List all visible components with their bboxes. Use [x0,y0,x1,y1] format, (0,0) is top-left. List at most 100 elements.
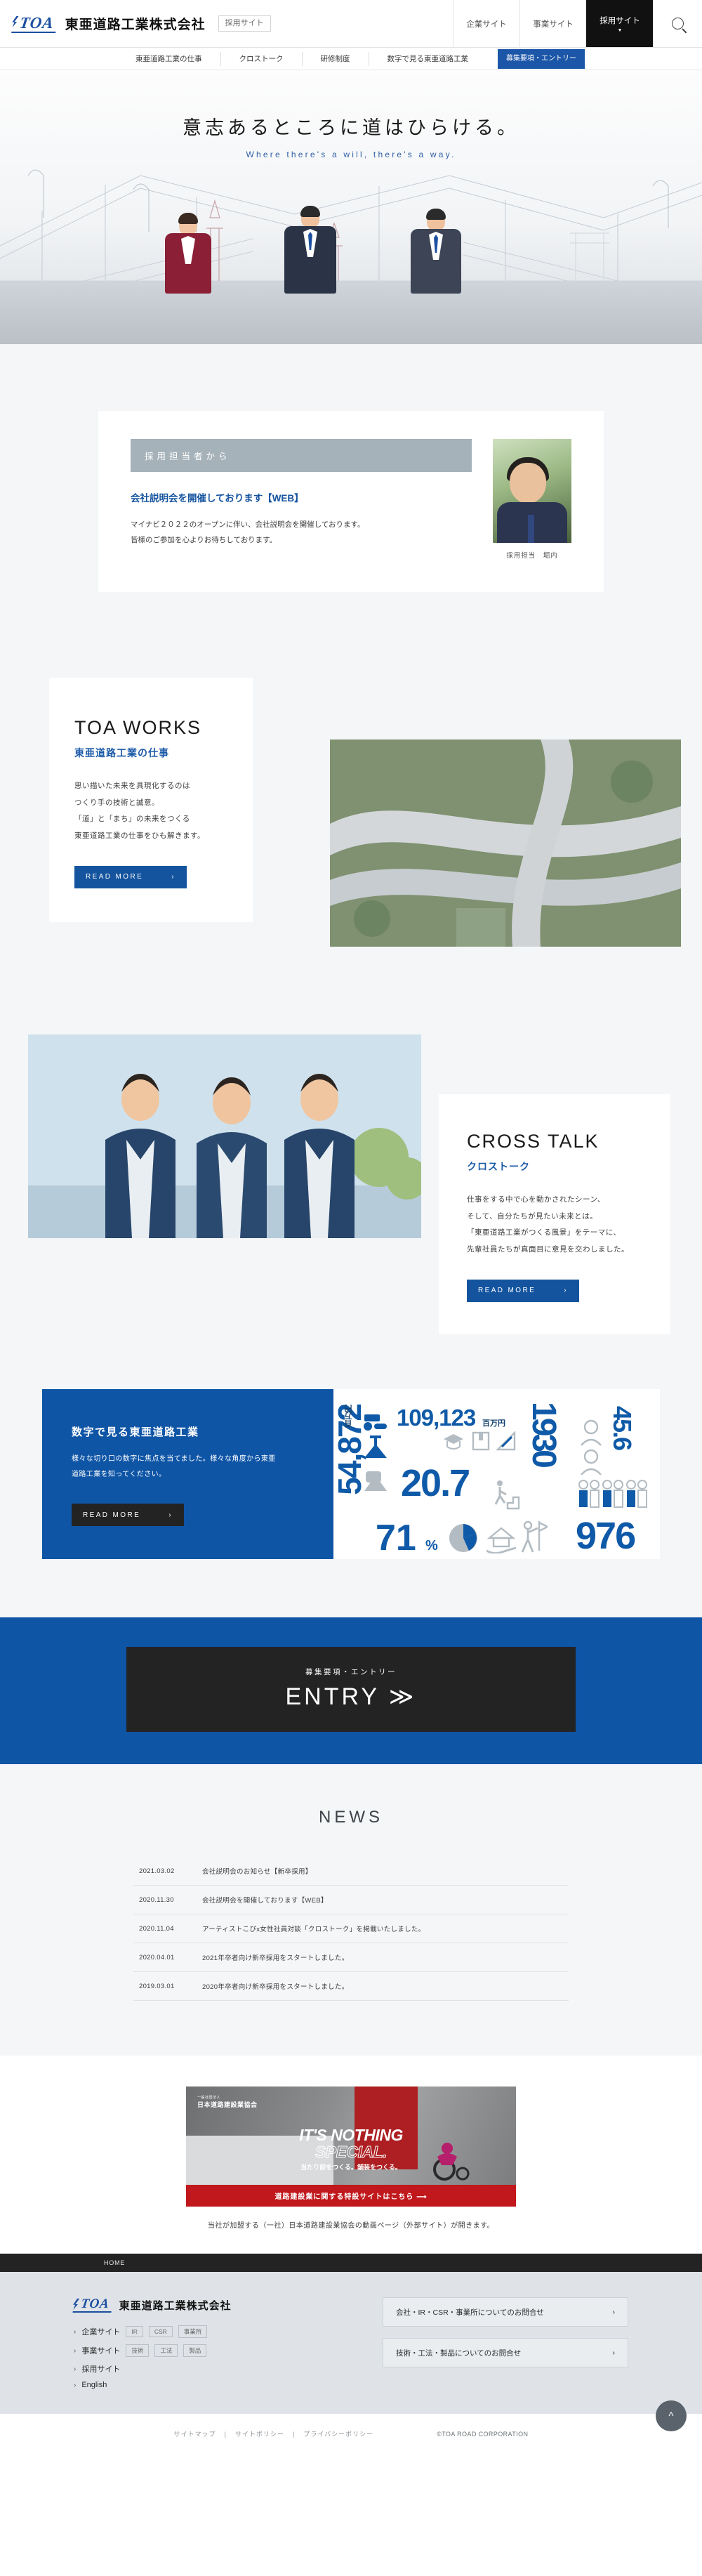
recruiter-band-label: 採用担当者から [131,439,472,472]
subnav-item-training[interactable]: 研修制度 [301,51,369,66]
footer-contact-technical-button[interactable]: 技術・工法・製品についてのお問合せ › [383,2338,628,2367]
association-banner[interactable]: 一般社団法人 日本道路建設業協会 IT'S NOTHING SPECIAL. 当… [186,2087,516,2207]
footer-pill-offices[interactable]: 事業所 [178,2325,208,2338]
chevron-up-icon: ^ [668,2410,674,2422]
association-name: 日本道路建設業協会 [197,2101,258,2108]
toa-works-body-4: 東亜道路工業の仕事をひも解きます。 [74,831,205,840]
house-hand-icon [486,1527,516,1553]
footer-link-corporate[interactable]: › 企業サイト IR CSR 事業所 [74,2325,340,2338]
footer-pill-method[interactable]: 工法 [154,2344,178,2357]
chevron-right-icon: › [74,2381,77,2389]
subnav-item-numbers[interactable]: 数字で見る東亜道路工業 [368,51,487,66]
footer-pill-ir[interactable]: IR [126,2326,143,2337]
nav-recruit-site[interactable]: 採用サイト ▼ [586,0,653,47]
news-text: 2020年卒者向け新卒採用をスタートしました。 [202,1983,349,1991]
news-date: 2021.03.02 [139,1867,175,1875]
hero-section: 意志あるところに道はひらける。 Where there's a will, th… [0,70,702,344]
footer-privacy-link[interactable]: プライバシーポリシー [303,2429,373,2438]
footer-link-recruit[interactable]: › 採用サイト [74,2363,340,2374]
nav-corporate-site[interactable]: 企業サイト [453,0,519,47]
stairs-walk-icon [494,1480,520,1510]
numbers-read-more-button[interactable]: READ MORE › [72,1504,184,1526]
numbers-infographic: 54,872 百万円 109,123 百万円 1930 45.6 20.7 71… [333,1389,660,1559]
numbers-title: 数字で見る東亜道路工業 [72,1426,199,1438]
hero-ground [0,281,702,344]
footer-contact-technical-label: 技術・工法・製品についてのお問合せ [396,2348,522,2358]
footer-sitepolicy-link[interactable]: サイトポリシー [235,2429,284,2438]
people-row-icon [578,1480,647,1508]
site-footer: TOA 東亜道路工業株式会社 › 企業サイト IR CSR 事業所 › 事業サイ… [0,2272,702,2414]
news-text: 会社説明会を開催しております【WEB】 [202,1897,328,1905]
ruler-icon [496,1431,516,1451]
toa-works-body-2: つくり手の技術と誠意。 [74,798,159,807]
cross-talk-read-more-button[interactable]: READ MORE › [467,1279,579,1302]
hero-headline-en: Where there's a will, there's a way. [246,150,456,159]
footer-link-english[interactable]: › English [74,2381,340,2389]
recruiter-photo-caption: 採用担当 堀内 [506,552,558,560]
news-row[interactable]: 2021.03.02 会社説明会のお知らせ【新卒採用】 [133,1857,569,1886]
search-icon [672,18,684,29]
hero-person-2 [284,206,336,294]
cross-talk-photo [28,1034,421,1238]
footer-pill-technology[interactable]: 技術 [126,2344,150,2357]
stat-orders-unit: 百万円 [482,1419,505,1428]
recruiter-line-1: マイナビ２０２２のオープンに伴い、会社説明会を開催しております。 [131,520,365,529]
footer-link-business-label: 事業サイト [81,2347,121,2355]
news-row[interactable]: 2020.11.30 会社説明会を開催しております【WEB】 [133,1886,569,1914]
pie-chart-icon [449,1524,477,1552]
news-date: 2020.11.04 [139,1924,174,1933]
footer-toa-logo: TOA [72,2296,114,2313]
numbers-card: 数字で見る東亜道路工業 様々な切り口の数字に焦点を当てました。様々な角度から東亜… [42,1389,333,1559]
toa-works-read-more-button[interactable]: READ MORE › [74,865,187,888]
footer-brand[interactable]: TOA 東亜道路工業株式会社 [72,2296,340,2313]
sub-navigation: 東亜道路工業の仕事 クロストーク 研修制度 数字で見る東亜道路工業 募集要項・エ… [0,48,702,70]
brand-block[interactable]: TOA 東亜道路工業株式会社 採用サイト [0,0,453,47]
footer-pill-csr[interactable]: CSR [148,2326,173,2337]
copyright-bar: サイトマップ | サイトポリシー | プライバシーポリシー ©TOA ROAD … [0,2414,702,2459]
news-text: 2021年卒者向け新卒採用をスタートしました。 [202,1954,349,1962]
news-row[interactable]: 2019.03.01 2020年卒者向け新卒採用をスタートしました。 [133,1972,569,2001]
subnav-item-works[interactable]: 東亜道路工業の仕事 [117,52,220,66]
book-icon [472,1431,490,1451]
footer-contact-corporate-button[interactable]: 会社・IR・CSR・事業所についてのお問合せ › [383,2297,628,2327]
back-to-top-button[interactable]: ^ [656,2400,687,2431]
page-root: TOA 東亜道路工業株式会社 採用サイト 企業サイト 事業サイト 採用サイト ▼… [0,0,702,2459]
footer-pill-products[interactable]: 製品 [183,2344,207,2357]
stat-percent-value: 71 [376,1518,416,1558]
cross-talk-body-1: 仕事をする中で心を動かされたシーン、 [467,1195,605,1204]
stat-founded-value: 1930 [525,1402,562,1466]
news-row[interactable]: 2020.11.04 アーティストこぴx女性社員対談「クロストーク」を掲載いたし… [133,1914,569,1943]
news-section: NEWS 2021.03.02 会社説明会のお知らせ【新卒採用】 2020.11… [0,1764,702,2056]
recruiter-title[interactable]: 会社説明会を開催しております【WEB】 [131,490,472,504]
nav-recruit-site-label: 採用サイト [600,16,640,25]
subnav-item-crosstalk[interactable]: クロストーク [220,51,302,66]
divider: | [224,2430,227,2438]
footer-link-business[interactable]: › 事業サイト 技術 工法 製品 [74,2344,340,2357]
subnav-entry-button[interactable]: 募集要項・エントリー [498,48,585,69]
hero-headline-jp: 意志あるところに道はひらける。 [183,117,519,138]
header-nav: 企業サイト 事業サイト 採用サイト ▼ [453,0,702,47]
chevron-down-icon: ▼ [617,27,623,33]
toa-works-title-en: TOA WORKS [74,717,202,738]
breadcrumb-home[interactable]: HOME [104,2259,125,2266]
news-title: NEWS [319,1808,383,1827]
graduation-cap-icon [444,1434,463,1450]
association-banner-cta[interactable]: 道路建設業に関する特設サイトはこちら ⟶ [186,2185,516,2207]
cross-talk-title-jp: クロストーク [467,1161,530,1172]
cross-talk-section: CROSS TALK クロストーク 仕事をする中で心を動かされたシーン、 そして… [0,1034,702,1365]
banner-headline-3: 当たり前をつくる。舗装をつくる。 [300,2164,402,2171]
nav-business-site[interactable]: 事業サイト [519,0,586,47]
cross-talk-body-4: 先輩社員たちが真面目に意見を交わしました。 [467,1244,629,1254]
footer-sitemap-link[interactable]: サイトマップ [174,2429,216,2438]
worker-pair-icon [581,1419,602,1475]
recruiter-line-2: 皆様のご参加を心よりお待ちしております。 [131,536,277,545]
entry-button[interactable]: 募集要項・エントリー ENTRY ≫ [126,1647,576,1732]
news-row[interactable]: 2020.04.01 2021年卒者向け新卒採用をスタートしました。 [133,1943,569,1972]
mixer-icon [364,1471,387,1491]
news-date: 2020.04.01 [139,1953,175,1961]
cross-talk-read-more-label: READ MORE [478,1287,536,1294]
search-button[interactable] [653,0,702,47]
stat-revenue-unit: 百万円 [345,1405,353,1428]
association-banner-section: 一般社団法人 日本道路建設業協会 IT'S NOTHING SPECIAL. 当… [0,2056,702,2254]
recruit-site-tag: 採用サイト [218,15,271,32]
